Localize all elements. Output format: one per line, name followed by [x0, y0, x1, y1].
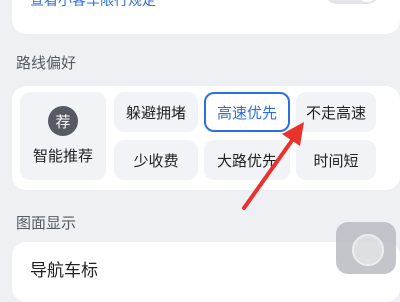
- option-label: 智能推荐: [32, 147, 93, 165]
- assistive-touch-icon: [352, 234, 384, 266]
- option-smart-recommend[interactable]: 荐 智能推荐: [20, 92, 106, 180]
- nav-car-icon-setting[interactable]: 导航车标: [30, 256, 98, 281]
- toggle-knob: [356, 0, 378, 2]
- option-less-toll[interactable]: 少收费: [114, 140, 198, 180]
- option-no-highway[interactable]: 不走高速: [296, 92, 376, 132]
- option-highway-first[interactable]: 高速优先: [204, 92, 290, 132]
- option-main-road-first[interactable]: 大路优先: [204, 140, 290, 180]
- restriction-card: 查看小客车限行规定: [12, 0, 400, 34]
- restriction-toggle[interactable]: [324, 0, 380, 4]
- option-avoid-congestion[interactable]: 躲避拥堵: [114, 92, 198, 132]
- map-display-title: 图面显示: [16, 214, 77, 232]
- floating-assistive-button[interactable]: [336, 222, 396, 274]
- recommend-badge-icon: 荐: [48, 106, 78, 136]
- option-shortest-time[interactable]: 时间短: [296, 140, 376, 180]
- restriction-rules-link[interactable]: 查看小客车限行规定: [30, 0, 156, 10]
- route-preference-title: 路线偏好: [16, 54, 77, 72]
